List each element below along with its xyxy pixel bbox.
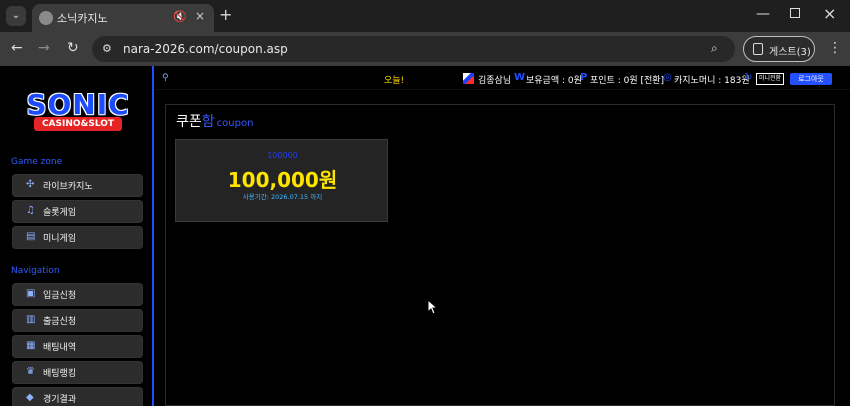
tab-bar: ⌄ 소닉카지노 🔇 × + — × (0, 0, 850, 32)
point-badge: P (580, 72, 588, 83)
logout-button[interactable]: 로그아웃 (790, 73, 832, 85)
casino-money-text: 카지노머니 : 183원 (674, 76, 750, 86)
title-main: 쿠폰 (176, 114, 202, 130)
back-icon[interactable]: ← (11, 40, 23, 56)
ranking-icon: ♛ (26, 366, 35, 377)
menu-label: 라이브카지노 (43, 182, 93, 192)
balance-badge: W (514, 72, 526, 83)
minimize-icon[interactable]: — (756, 6, 770, 22)
mute-icon[interactable]: 🔇 (173, 10, 187, 23)
close-window-icon[interactable]: × (823, 4, 836, 23)
menu-mini-game[interactable]: ▤ 미니게임 (12, 226, 143, 249)
menu-label: 입금신청 (43, 291, 77, 301)
browser-toolbar: ← → ↻ ⚙ nara-2026.com/coupon.asp ⌕ 게스트(3… (0, 32, 850, 66)
menu-game-result[interactable]: ◆ 경기결과 (12, 387, 143, 406)
slot-icon: ♫ (26, 205, 35, 216)
menu-label: 슬롯게임 (43, 208, 77, 218)
menu-label: 배팅내역 (43, 343, 77, 353)
history-icon: ▦ (26, 340, 36, 351)
guest-label: 게스트(3) (769, 47, 811, 58)
coupon-amount: 100,000원 (227, 168, 338, 192)
mouse-cursor-icon (427, 299, 437, 315)
menu-withdraw[interactable]: ▥ 출금신청 (12, 309, 143, 332)
new-tab-icon[interactable]: + (219, 7, 232, 23)
browser-window: ⌄ 소닉카지노 🔇 × + — × ← → ↻ ⚙ nara-2026.com/… (0, 0, 850, 406)
menu-label: 출금신청 (43, 317, 77, 327)
menu-label: 경기결과 (43, 395, 77, 405)
user-name: 김종삼님 (478, 76, 512, 86)
coupon-name: 100000 (267, 151, 298, 160)
menu-slot-game[interactable]: ♫ 슬롯게임 (12, 200, 143, 223)
coupon-card[interactable]: 100000 100,000원 사용기간: 2026.07.15 까지 (175, 139, 388, 222)
address-bar[interactable]: ⚙ nara-2026.com/coupon.asp ⌕ (92, 36, 735, 62)
withdraw-icon: ▥ (26, 314, 36, 325)
refresh-icon[interactable]: ↻ (744, 72, 752, 83)
today-text: 오늘! (384, 76, 405, 86)
menu-live-casino[interactable]: ✣ 라이브카지노 (12, 174, 143, 197)
coupon-expire: 사용기간: 2026.07.15 까지 (242, 193, 323, 201)
guest-profile-button[interactable]: 게스트(3) (743, 36, 815, 62)
url-text[interactable]: nara-2026.com/coupon.asp (123, 42, 288, 56)
menu-betting-ranking[interactable]: ♛ 배팅랭킹 (12, 361, 143, 384)
casino-chip-icon: ✣ (26, 179, 35, 190)
reload-icon[interactable]: ↻ (67, 40, 79, 56)
menu-label: 미니게임 (43, 234, 77, 244)
title-sub: coupon (216, 118, 254, 129)
user-flag-icon (463, 73, 474, 84)
menu-deposit[interactable]: ▣ 입금신청 (12, 283, 143, 306)
logo: SONIC CASINO&SLOT (18, 88, 138, 136)
navigation-label: Navigation (11, 266, 60, 276)
mini-convert-button[interactable]: 미니전환 (756, 73, 784, 85)
flash-icon: ⚲ (162, 73, 169, 83)
casino-money-icon: ◎ (663, 72, 672, 83)
profile-icon (753, 43, 763, 55)
tab-search-icon[interactable]: ⌄ (6, 6, 26, 26)
maximize-icon[interactable] (790, 8, 800, 18)
sidebar: SONIC CASINO&SLOT Game zone ✣ 라이브카지노 ♫ 슬… (0, 66, 154, 406)
zoom-icon[interactable]: ⌕ (711, 41, 718, 56)
result-icon: ◆ (26, 392, 34, 403)
logo-sonic: SONIC (26, 88, 130, 121)
close-tab-icon[interactable]: × (195, 9, 205, 23)
coupon-panel: 쿠폰함 coupon 100000 100,000원 사용기간: 2026.07.… (165, 104, 835, 406)
logo-casino-slot: CASINO&SLOT (34, 117, 122, 131)
browser-tab[interactable]: 소닉카지노 🔇 × (32, 4, 214, 32)
menu-betting-history[interactable]: ▦ 배팅내역 (12, 335, 143, 358)
page-title: 쿠폰함 coupon (176, 111, 253, 131)
title-accent: 함 (201, 114, 215, 130)
top-info-bar: ⚲ 오늘! 김종삼님 W 보유금액 : 0원 P 포인트 : 0원 [전환] ◎… (156, 66, 850, 90)
balance-text: 보유금액 : 0원 (526, 76, 582, 86)
page-content: SONIC CASINO&SLOT Game zone ✣ 라이브카지노 ♫ 슬… (0, 66, 850, 406)
menu-label: 배팅랭킹 (43, 369, 77, 379)
site-settings-icon[interactable]: ⚙ (102, 42, 112, 55)
point-text: 포인트 : 0원 [전환] (590, 76, 665, 86)
forward-icon[interactable]: → (38, 40, 50, 56)
game-zone-label: Game zone (11, 157, 63, 167)
mini-game-icon: ▤ (26, 231, 36, 242)
more-options-icon[interactable]: ⋮ (828, 40, 842, 56)
tab-title: 소닉카지노 (57, 12, 108, 25)
deposit-icon: ▣ (26, 288, 36, 299)
site-favicon-icon (39, 11, 53, 25)
